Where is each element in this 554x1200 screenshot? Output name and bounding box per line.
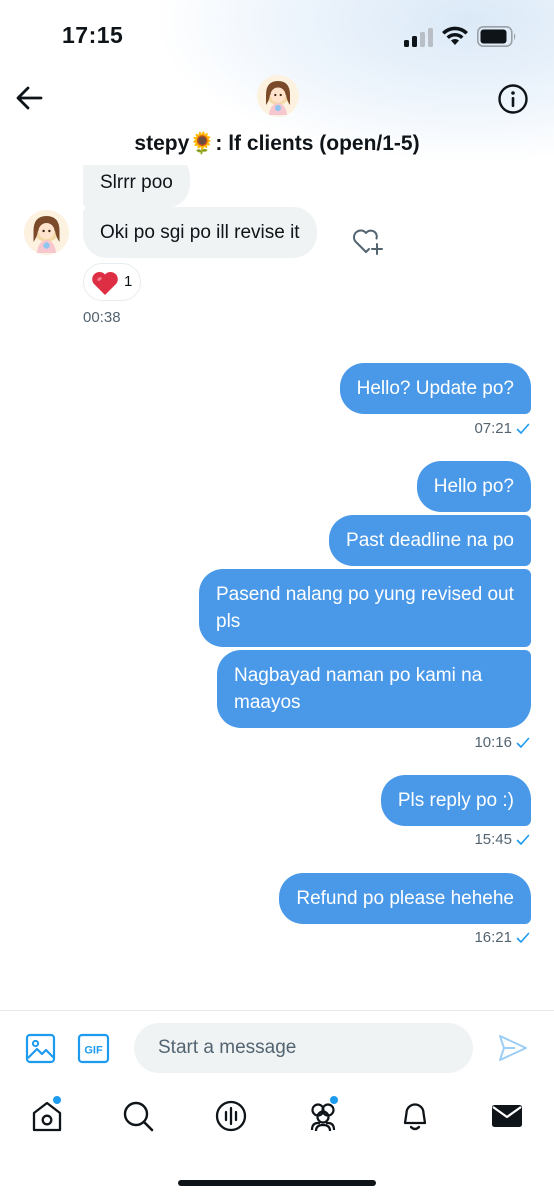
communities-notification-dot bbox=[330, 1096, 338, 1104]
timestamp-text: 07:21 bbox=[474, 420, 512, 437]
sent-check-icon bbox=[516, 737, 530, 748]
communities-icon[interactable] bbox=[306, 1099, 340, 1133]
status-bar: 17:15 bbox=[0, 0, 554, 70]
reaction-badge[interactable]: 1 bbox=[83, 263, 141, 301]
timestamp-text: 15:45 bbox=[474, 831, 512, 848]
conversation-title[interactable]: stepy🌻: lf clients (open/1-5) bbox=[0, 132, 554, 156]
sent-message[interactable]: Pasend nalang po yung revised out pls bbox=[199, 569, 531, 647]
home-indicator[interactable] bbox=[178, 1180, 376, 1186]
sent-message[interactable]: Hello? Update po? bbox=[339, 363, 531, 414]
gif-icon[interactable]: GIF bbox=[77, 1033, 110, 1064]
notifications-icon[interactable] bbox=[398, 1099, 432, 1133]
message-timestamp: 15:45 bbox=[474, 831, 530, 848]
message-timestamp: 16:21 bbox=[474, 929, 530, 946]
back-arrow-icon[interactable] bbox=[14, 83, 44, 113]
message-thread[interactable]: Slrrr poo Oki po sgi po ill revise it 1 … bbox=[0, 165, 554, 1010]
home-icon[interactable] bbox=[30, 1099, 64, 1133]
bottom-navigation bbox=[0, 1085, 554, 1200]
received-message[interactable]: Oki po sgi po ill revise it bbox=[83, 207, 317, 258]
battery-icon bbox=[477, 26, 516, 47]
message-input[interactable] bbox=[134, 1023, 473, 1073]
cellular-signal-icon bbox=[404, 28, 433, 47]
heart-emoji-icon bbox=[92, 271, 118, 295]
send-icon[interactable] bbox=[497, 1033, 529, 1063]
sent-message[interactable]: Pls reply po :) bbox=[380, 775, 531, 826]
timestamp-text: 16:21 bbox=[474, 929, 512, 946]
messages-icon[interactable] bbox=[490, 1099, 524, 1133]
svg-text:GIF: GIF bbox=[84, 1045, 103, 1057]
search-icon[interactable] bbox=[121, 1099, 155, 1133]
sent-message[interactable]: Hello po? bbox=[416, 461, 531, 512]
wifi-icon bbox=[442, 26, 468, 45]
sent-check-icon bbox=[516, 932, 530, 943]
conversation-header: stepy🌻: lf clients (open/1-5) bbox=[0, 70, 554, 165]
message-timestamp: 10:16 bbox=[474, 734, 530, 751]
reaction-count: 1 bbox=[124, 273, 133, 290]
status-time: 17:15 bbox=[62, 22, 124, 48]
add-reaction-icon[interactable] bbox=[351, 225, 385, 257]
sent-check-icon bbox=[516, 834, 530, 845]
sent-message[interactable]: Past deadline na po bbox=[329, 515, 531, 566]
sender-avatar[interactable] bbox=[24, 210, 69, 255]
spaces-icon[interactable] bbox=[214, 1099, 248, 1133]
header-avatar[interactable] bbox=[257, 75, 299, 117]
sent-message[interactable]: Nagbayad naman po kami na maayos bbox=[217, 650, 531, 728]
sent-check-icon bbox=[516, 423, 530, 434]
home-notification-dot bbox=[53, 1096, 61, 1104]
timestamp-text: 10:16 bbox=[474, 734, 512, 751]
sent-message[interactable]: Refund po please hehehe bbox=[279, 873, 531, 924]
message-composer: GIF bbox=[0, 1010, 554, 1085]
message-timestamp: 00:38 bbox=[83, 309, 121, 326]
message-timestamp: 07:21 bbox=[474, 420, 530, 437]
info-icon[interactable] bbox=[497, 83, 529, 115]
received-message[interactable]: Slrrr poo bbox=[83, 165, 190, 208]
image-icon[interactable] bbox=[25, 1033, 56, 1064]
